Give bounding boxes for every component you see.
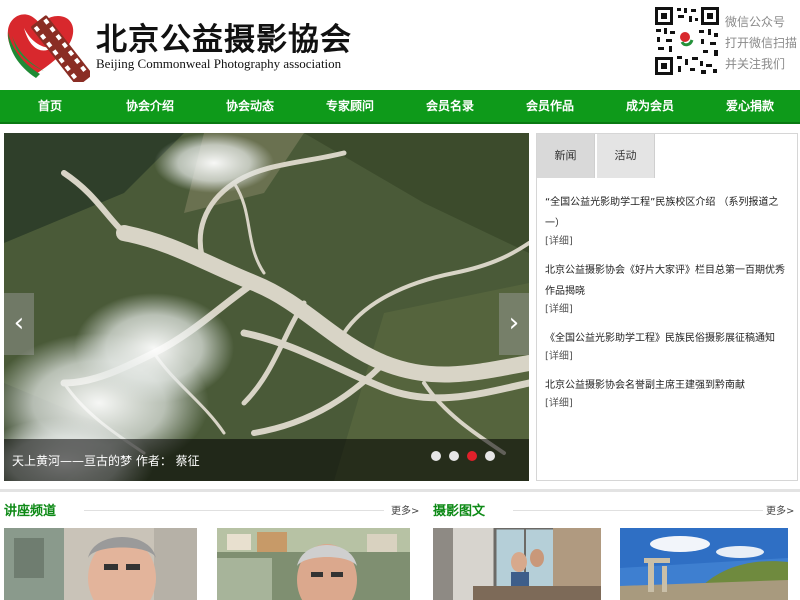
photo-people-image: [433, 528, 601, 600]
main-nav: 首页 协会介绍 协会动态 专家顾问 会员名录 会员作品 成为会员 爱心捐款: [0, 90, 800, 124]
tab-news[interactable]: 新闻: [537, 134, 595, 178]
news-item-more-link[interactable]: [详细]: [545, 396, 789, 412]
hero-slider: ‹ › 天上黄河——亘古的梦 作者： 蔡征: [4, 133, 529, 481]
nav-item-experts[interactable]: 专家顾问: [300, 90, 400, 122]
photo-more-link[interactable]: 更多>: [766, 502, 794, 517]
lecture-portrait-image-1: [4, 528, 197, 600]
news-list: “全国公益光影助学工程”民族校区介绍 （系列报道之一） [详细] 北京公益摄影协…: [545, 192, 789, 422]
lecture-section-rule: [84, 510, 384, 511]
news-item-title[interactable]: 《全国公益光影助学工程》民族民俗摄影展征稿通知: [545, 328, 789, 349]
hero-aerial-river-image[interactable]: [4, 133, 529, 481]
nav-item-donate[interactable]: 爱心捐款: [700, 90, 800, 122]
nav-item-join[interactable]: 成为会员: [600, 90, 700, 122]
site-logo[interactable]: [6, 6, 90, 82]
news-item: “全国公益光影助学工程”民族校区介绍 （系列报道之一） [详细]: [545, 192, 789, 250]
news-panel: 新闻 活动 “全国公益光影助学工程”民族校区介绍 （系列报道之一） [详细] 北…: [536, 133, 798, 481]
hero-caption-bar: 天上黄河——亘古的梦 作者： 蔡征: [4, 439, 529, 481]
slider-dot-2[interactable]: [449, 451, 459, 461]
news-item-title[interactable]: 北京公益摄影协会《好片大家评》栏目总第一百期优秀作品揭晓: [545, 260, 789, 302]
nav-item-members[interactable]: 会员名录: [400, 90, 500, 122]
lecture-portrait-image-2: [217, 528, 410, 600]
nav-item-about[interactable]: 协会介绍: [100, 90, 200, 122]
photo-ruins-image: [620, 528, 788, 600]
news-item: 北京公益摄影协会《好片大家评》栏目总第一百期优秀作品揭晓 [详细]: [545, 260, 789, 318]
slider-dots: [431, 451, 495, 461]
site-name-chinese: 北京公益摄影協会: [96, 22, 352, 58]
news-item-more-link[interactable]: [详细]: [545, 349, 789, 365]
photo-section-title[interactable]: 摄影图文: [433, 500, 485, 519]
nav-item-works[interactable]: 会员作品: [500, 90, 600, 122]
wechat-qr-code: [654, 6, 720, 76]
news-item-title[interactable]: 北京公益摄影协会名誉副主席王建强到黔南献: [545, 375, 789, 396]
nav-item-home[interactable]: 首页: [0, 90, 100, 122]
photo-section-rule: [513, 510, 763, 511]
lecture-section-header: 讲座频道 更多>: [4, 500, 419, 522]
slider-dot-1[interactable]: [431, 451, 441, 461]
lecture-thumbnail-2[interactable]: [217, 528, 410, 600]
news-tabs: 新闻 活动: [537, 134, 657, 178]
qr-line-1: 微信公众号: [725, 15, 786, 29]
slider-next-button[interactable]: ›: [499, 293, 529, 355]
lecture-more-link[interactable]: 更多>: [391, 502, 419, 517]
photo-thumbnail-2[interactable]: [620, 528, 788, 600]
site-header: 北京公益摄影協会 Beijing Commonweal Photography …: [0, 0, 800, 90]
news-item: 《全国公益光影助学工程》民族民俗摄影展征稿通知 [详细]: [545, 328, 789, 365]
site-name-english: Beijing Commonweal Photography associati…: [96, 56, 342, 71]
photo-thumbnail-1[interactable]: [433, 528, 601, 600]
slider-dot-3[interactable]: [467, 451, 477, 461]
section-divider: [0, 489, 800, 492]
tab-events[interactable]: 活动: [597, 134, 655, 178]
news-item: 北京公益摄影协会名誉副主席王建强到黔南献 [详细]: [545, 375, 789, 412]
news-item-more-link[interactable]: [详细]: [545, 234, 789, 250]
photo-section-header: 摄影图文 更多>: [433, 500, 795, 522]
nav-item-news[interactable]: 协会动态: [200, 90, 300, 122]
lecture-thumbnail-1[interactable]: [4, 528, 197, 600]
hero-caption-text[interactable]: 天上黄河——亘古的梦 作者： 蔡征: [12, 452, 200, 469]
news-item-more-link[interactable]: [详细]: [545, 302, 789, 318]
qr-line-2: 打开微信扫描: [725, 36, 798, 50]
slider-prev-button[interactable]: ‹: [4, 293, 34, 355]
news-item-title[interactable]: “全国公益光影助学工程”民族校区介绍 （系列报道之一）: [545, 192, 789, 234]
qr-line-3: 并关注我们: [725, 57, 786, 71]
slider-dot-4[interactable]: [485, 451, 495, 461]
wechat-follow-text: 微信公众号 打开微信扫描 并关注我们: [725, 12, 797, 75]
lecture-section-title[interactable]: 讲座频道: [4, 500, 56, 519]
